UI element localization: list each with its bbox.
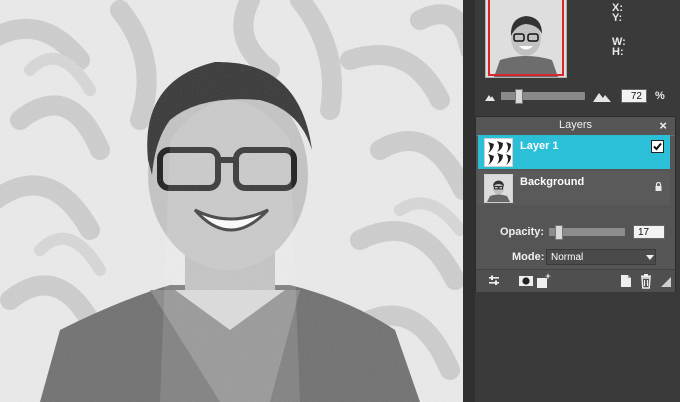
zoom-slider-handle[interactable] bbox=[515, 89, 523, 104]
resize-grip-icon[interactable] bbox=[657, 273, 673, 289]
opacity-row: Opacity: 17 bbox=[476, 224, 675, 242]
zoom-row: 72 % bbox=[475, 88, 680, 106]
new-layer-icon[interactable] bbox=[618, 273, 634, 289]
blend-mode-select[interactable]: Normal bbox=[546, 249, 656, 265]
zoom-input[interactable]: 72 bbox=[621, 89, 647, 103]
opacity-input[interactable]: 17 bbox=[633, 225, 665, 239]
opacity-slider-handle[interactable] bbox=[555, 225, 563, 240]
lock-icon bbox=[655, 182, 662, 191]
opacity-label: Opacity: bbox=[500, 226, 545, 238]
chevron-down-icon[interactable] bbox=[646, 255, 654, 260]
zoom-slider[interactable] bbox=[501, 92, 585, 100]
add-layer-fx-icon[interactable] bbox=[536, 273, 552, 289]
mask-icon[interactable] bbox=[518, 273, 534, 289]
dock-divider bbox=[463, 0, 475, 402]
mode-label: Mode: bbox=[512, 251, 545, 263]
layer-thumbnail bbox=[484, 138, 513, 167]
layers-panel-header[interactable]: Layers × bbox=[476, 117, 675, 136]
trash-icon[interactable] bbox=[638, 273, 654, 289]
layers-toolbar bbox=[476, 269, 675, 292]
zoom-percent-label: % bbox=[655, 90, 665, 102]
layers-panel: Layers × Layer 1 Background Opacity: 17 … bbox=[475, 116, 676, 292]
mode-row: Mode: Normal bbox=[476, 248, 675, 266]
navigator-thumbnail[interactable] bbox=[485, 0, 567, 78]
navigator-panel: X: Y: W: H: 72 % bbox=[475, 0, 680, 110]
layer-name: Background bbox=[520, 176, 585, 188]
mountain-large-icon[interactable] bbox=[593, 91, 611, 102]
y-label: Y: bbox=[612, 12, 623, 24]
h-label: H: bbox=[612, 46, 624, 58]
checkbox-icon[interactable] bbox=[651, 140, 664, 153]
pattern-thumbnail-image bbox=[485, 139, 512, 166]
image-canvas[interactable] bbox=[0, 0, 463, 402]
layer-row-layer-1[interactable]: Layer 1 bbox=[478, 135, 670, 169]
mountain-small-icon[interactable] bbox=[485, 93, 495, 101]
photo-thumbnail-image bbox=[485, 175, 512, 202]
navigator-view-frame[interactable] bbox=[488, 0, 564, 76]
layer-row-background[interactable]: Background bbox=[478, 171, 670, 205]
close-icon[interactable]: × bbox=[659, 118, 667, 133]
layer-thumbnail bbox=[484, 174, 513, 203]
layers-panel-title: Layers bbox=[558, 119, 593, 131]
canvas-photo bbox=[0, 0, 463, 402]
layer-name: Layer 1 bbox=[520, 140, 559, 152]
adjustments-icon[interactable] bbox=[486, 273, 502, 289]
